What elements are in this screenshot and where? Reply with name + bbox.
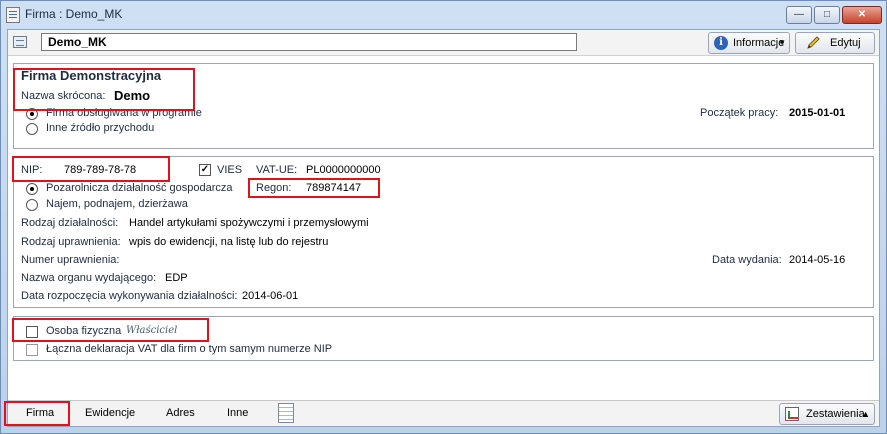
- highlight-natural-person: [12, 318, 209, 342]
- issue-date-label: Data wydania:: [712, 254, 782, 266]
- chevron-up-icon: ▲: [861, 409, 870, 419]
- window-title: Firma : Demo_MK: [25, 7, 123, 21]
- notes-icon[interactable]: [278, 403, 294, 423]
- chart-icon: [785, 407, 799, 421]
- start-date-label: Początek pracy:: [700, 107, 779, 119]
- bottom-tab-bar: Firma Ewidencje Adres Inne Zestawienia ▲: [8, 400, 879, 426]
- radio-other-income[interactable]: [26, 123, 38, 135]
- vat-ue-value[interactable]: PL0000000000: [306, 164, 381, 176]
- highlight-regon: [248, 178, 380, 198]
- entitlement-type-label: Rodzaj uprawnienia:: [21, 236, 121, 248]
- informacje-button[interactable]: i Informacje ▼: [708, 32, 790, 54]
- joint-vat-checkbox[interactable]: [26, 344, 38, 356]
- zestawienia-label: Zestawienia: [806, 408, 865, 420]
- form-body: Demo_MK i Informacje ▼ Edytuj Firma Demo…: [4, 29, 880, 427]
- radio-rent[interactable]: [26, 199, 38, 211]
- activity-start-value[interactable]: 2014-06-01: [242, 290, 298, 302]
- radio-business-label: Pozarolnicza działalność gospodarcza: [46, 182, 233, 194]
- tab-inne[interactable]: Inne: [227, 407, 248, 419]
- zestawienia-button[interactable]: Zestawienia ▲: [779, 403, 875, 425]
- activity-start-label: Data rozpoczęcia wykonywania działalnośc…: [21, 290, 238, 302]
- radio-other-income-label: Inne źródło przychodu: [46, 122, 155, 134]
- informacje-label: Informacje: [733, 37, 785, 49]
- highlight-nip: [12, 156, 170, 182]
- company-icon: [13, 36, 27, 48]
- title-bar: Firma : Demo_MK — □ ✕: [1, 1, 886, 29]
- highlight-company-name: [13, 68, 195, 111]
- tab-ewidencje[interactable]: Ewidencje: [85, 407, 135, 419]
- joint-vat-label: Łączna deklaracja VAT dla firm o tym sam…: [46, 343, 333, 355]
- minimize-button[interactable]: —: [786, 6, 812, 24]
- issue-date-value[interactable]: 2014-05-16: [789, 254, 845, 266]
- maximize-button[interactable]: □: [814, 6, 840, 24]
- chevron-down-icon: ▼: [778, 38, 786, 47]
- radio-business[interactable]: [26, 183, 38, 195]
- entitlement-number-label: Numer uprawnienia:: [21, 254, 120, 266]
- activity-type-label: Rodzaj działalności:: [21, 217, 119, 229]
- vies-checkbox[interactable]: ✓: [199, 164, 211, 176]
- authority-label: Nazwa organu wydającego:: [21, 272, 157, 284]
- info-icon: i: [714, 36, 728, 50]
- pencil-icon: [807, 36, 820, 49]
- top-toolbar: Demo_MK i Informacje ▼ Edytuj: [8, 30, 879, 56]
- highlight-tab-firma: [4, 401, 70, 426]
- start-date-value: 2015-01-01: [789, 107, 846, 119]
- edytuj-button[interactable]: Edytuj: [795, 32, 875, 54]
- company-code-field[interactable]: Demo_MK: [41, 33, 577, 51]
- app-icon: [6, 7, 20, 23]
- vies-label: VIES: [217, 164, 243, 176]
- authority-value[interactable]: EDP: [165, 272, 188, 284]
- radio-rent-label: Najem, podnajem, dzierżawa: [46, 198, 188, 210]
- window: Firma : Demo_MK — □ ✕ Demo_MK i Informac…: [0, 0, 887, 434]
- entitlement-type-value[interactable]: wpis do ewidencji, na listę lub do rejes…: [129, 236, 328, 248]
- edytuj-label: Edytuj: [830, 37, 861, 49]
- vat-ue-label: VAT-UE:: [256, 164, 298, 176]
- activity-type-value[interactable]: Handel artykułami spożywczymi i przemysł…: [129, 217, 369, 229]
- close-button[interactable]: ✕: [842, 6, 882, 24]
- tab-adres[interactable]: Adres: [166, 407, 195, 419]
